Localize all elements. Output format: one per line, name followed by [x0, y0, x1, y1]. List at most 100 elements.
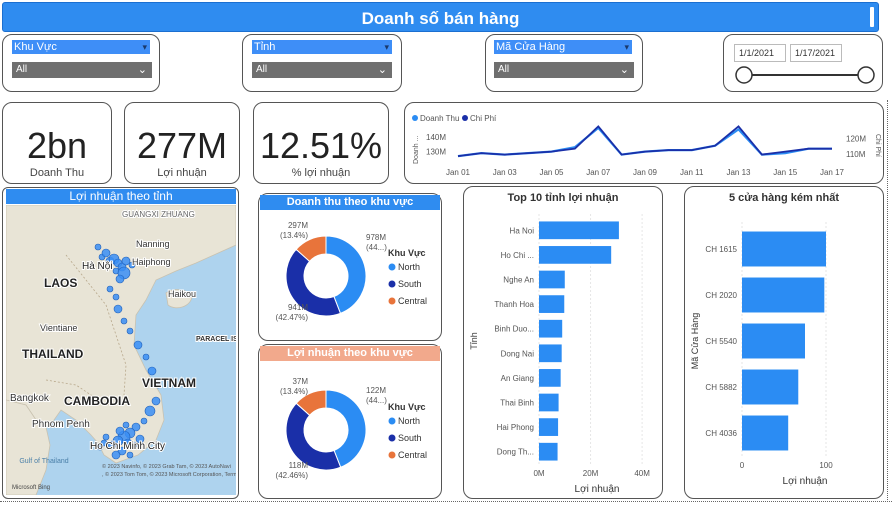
report-title: Doanh số bán hàng	[361, 9, 520, 28]
profit-by-region-title-bar: Lợi nhuận theo khu vực	[260, 346, 440, 361]
category-label: Ho Chi ...	[501, 251, 534, 260]
chevron-down-icon[interactable]: ▾	[624, 40, 629, 54]
top10-provinces-bar-chart[interactable]: Top 10 tỉnh lợi nhuận 0M 20M 40M Ha Noi Ho Ch…	[465, 188, 661, 496]
kpi-profit-label: Lợi nhuận	[157, 167, 207, 179]
worst5-stores-bar-chart[interactable]: 5 cửa hàng kém nhất 0 100 CH 1615 CH 2020 CH …	[686, 188, 882, 496]
bar	[742, 369, 799, 405]
donut-data-label-pct: (13.4%)	[280, 231, 308, 240]
legend-label-0: Doanh Thu	[420, 114, 459, 123]
map-title: Lợi nhuận theo tỉnh	[69, 189, 173, 203]
map-bubble	[133, 340, 143, 350]
map-place-label: Hà Nội	[82, 261, 113, 272]
category-label: CH 5882	[705, 383, 737, 392]
legend-label-central: Central	[398, 296, 427, 306]
map-place-label: CAMBODIA	[64, 394, 130, 408]
map-place-label: Nanning	[136, 239, 170, 249]
date-start-input[interactable]: 1/1/2021	[734, 44, 786, 62]
map-place-label: Bangkok	[10, 393, 50, 404]
bottom-edge-guide	[0, 501, 892, 502]
legend-label-north: North	[398, 416, 420, 426]
map-bubble	[151, 396, 161, 406]
province-profit-map[interactable]: GUANGXI ZHUANG Nanning Hà Nội Haiphong LAOS H…	[6, 205, 236, 495]
chevron-down-icon[interactable]: ⌄	[378, 62, 387, 78]
legend-marker-central	[388, 297, 396, 305]
donut-legend-title: Khu Vực	[388, 402, 426, 412]
right-edge-guide	[887, 100, 888, 500]
bar	[539, 369, 561, 387]
series-line-chi-phí	[457, 125, 832, 157]
legend-label-south: South	[398, 279, 422, 289]
map-bubble	[111, 450, 121, 460]
map-bubble	[120, 317, 128, 325]
map-place-label: Phnom Penh	[32, 419, 90, 430]
x-tick-label: 0	[740, 461, 745, 470]
date-slider-end-handle[interactable]	[857, 66, 875, 84]
category-label: Thanh Hoa	[494, 300, 534, 309]
map-bubble	[122, 421, 130, 429]
revenue-by-region-donut[interactable]: 978M(44...) 941M(42.47%) 297M(13.4%) Khu Vự…	[260, 212, 442, 338]
map-bubble	[106, 285, 114, 293]
bar	[539, 418, 559, 436]
line-chart[interactable]: Doanh Thu Chi Phí Doanh ... Chi Phí 130M 140M…	[406, 104, 882, 182]
slicer-province-dropdown[interactable]: All ⌄	[252, 62, 392, 78]
category-label: Hai Phong	[497, 423, 534, 432]
donut-data-label-value: 118M	[289, 461, 309, 470]
map-place-label: PARACEL ISLANDS	[196, 336, 236, 343]
chevron-down-icon[interactable]: ▾	[142, 40, 147, 54]
map-place-label: GUANGXI ZHUANG	[122, 210, 195, 219]
legend-marker-1	[462, 115, 468, 121]
map-bubble	[102, 433, 110, 441]
category-label: CH 1615	[705, 245, 737, 254]
y-left-tick-0: 130M	[426, 148, 446, 157]
profit-by-region-donut[interactable]: 122M(44...) 118M(42.46%) 37M(13.4%) Khu Vực…	[260, 364, 442, 494]
kpi-profit-value: 277M	[136, 125, 228, 166]
map-credits: © 2023 Navinfo, © 2023 Grab Tam, © 2023 …	[102, 463, 231, 470]
map-place-label: LAOS	[44, 276, 77, 290]
map-place-label: Vientiane	[40, 323, 77, 333]
map-bubble	[144, 405, 156, 417]
y-axis-title: Mã Cửa Hàng	[690, 313, 700, 370]
map-bubble	[147, 366, 157, 376]
map-bubble	[94, 243, 102, 251]
y-right-tick-1: 120M	[846, 134, 866, 143]
slicer-store-dropdown[interactable]: All ⌄	[494, 62, 634, 78]
date-range-slider[interactable]	[732, 64, 878, 86]
map-place-label: VIETNAM	[142, 376, 196, 390]
donut-data-label-value: 978M	[366, 233, 386, 242]
slicer-province-header[interactable]: Tỉnh ▾	[252, 40, 392, 54]
chevron-down-icon[interactable]: ⌄	[620, 62, 629, 78]
chevron-down-icon[interactable]: ▾	[384, 40, 389, 54]
x-tick-label: Jan 07	[586, 168, 611, 177]
map-bubble	[126, 451, 134, 459]
map-bubble	[140, 417, 148, 425]
kpi-profit-card: 277M Lợi nhuận	[124, 102, 240, 184]
category-label: Thai Binh	[500, 399, 534, 408]
legend-label-1: Chi Phí	[470, 114, 497, 123]
y-right-axis-title: Chi Phí	[874, 134, 881, 157]
x-tick-label: Jan 11	[680, 168, 704, 177]
map-bubble	[101, 248, 111, 258]
legend-marker-south	[388, 434, 396, 442]
title-scroll-handle[interactable]	[870, 7, 874, 27]
kpi-margin-card: 12.51% % lợi nhuận	[253, 102, 389, 184]
date-slider-start-handle[interactable]	[735, 66, 753, 84]
slicer-region-header[interactable]: Khu Vực ▾	[12, 40, 150, 54]
category-label: CH 5540	[705, 337, 737, 346]
bar	[539, 295, 565, 313]
slicer-store-label: Mã Cửa Hàng	[496, 41, 566, 53]
date-end-input[interactable]: 1/17/2021	[790, 44, 842, 62]
x-tick-label: 100	[819, 461, 833, 470]
bar	[742, 323, 805, 359]
x-tick-label: Jan 15	[773, 168, 798, 177]
chevron-down-icon[interactable]: ⌄	[138, 62, 147, 78]
donut-data-label-pct: (42.47%)	[276, 313, 309, 322]
bar	[539, 344, 562, 363]
slicer-region-dropdown[interactable]: All ⌄	[12, 62, 152, 78]
donut-legend-title: Khu Vực	[388, 248, 426, 258]
map-place-label: THAILAND	[22, 347, 84, 361]
revenue-by-region-title: Doanh thu theo khu vực	[286, 196, 414, 208]
bar	[742, 277, 825, 313]
slicer-store-header[interactable]: Mã Cửa Hàng ▾	[494, 40, 632, 54]
report-title-bar: Doanh số bán hàng	[2, 2, 879, 32]
category-label: CH 2020	[705, 291, 737, 300]
